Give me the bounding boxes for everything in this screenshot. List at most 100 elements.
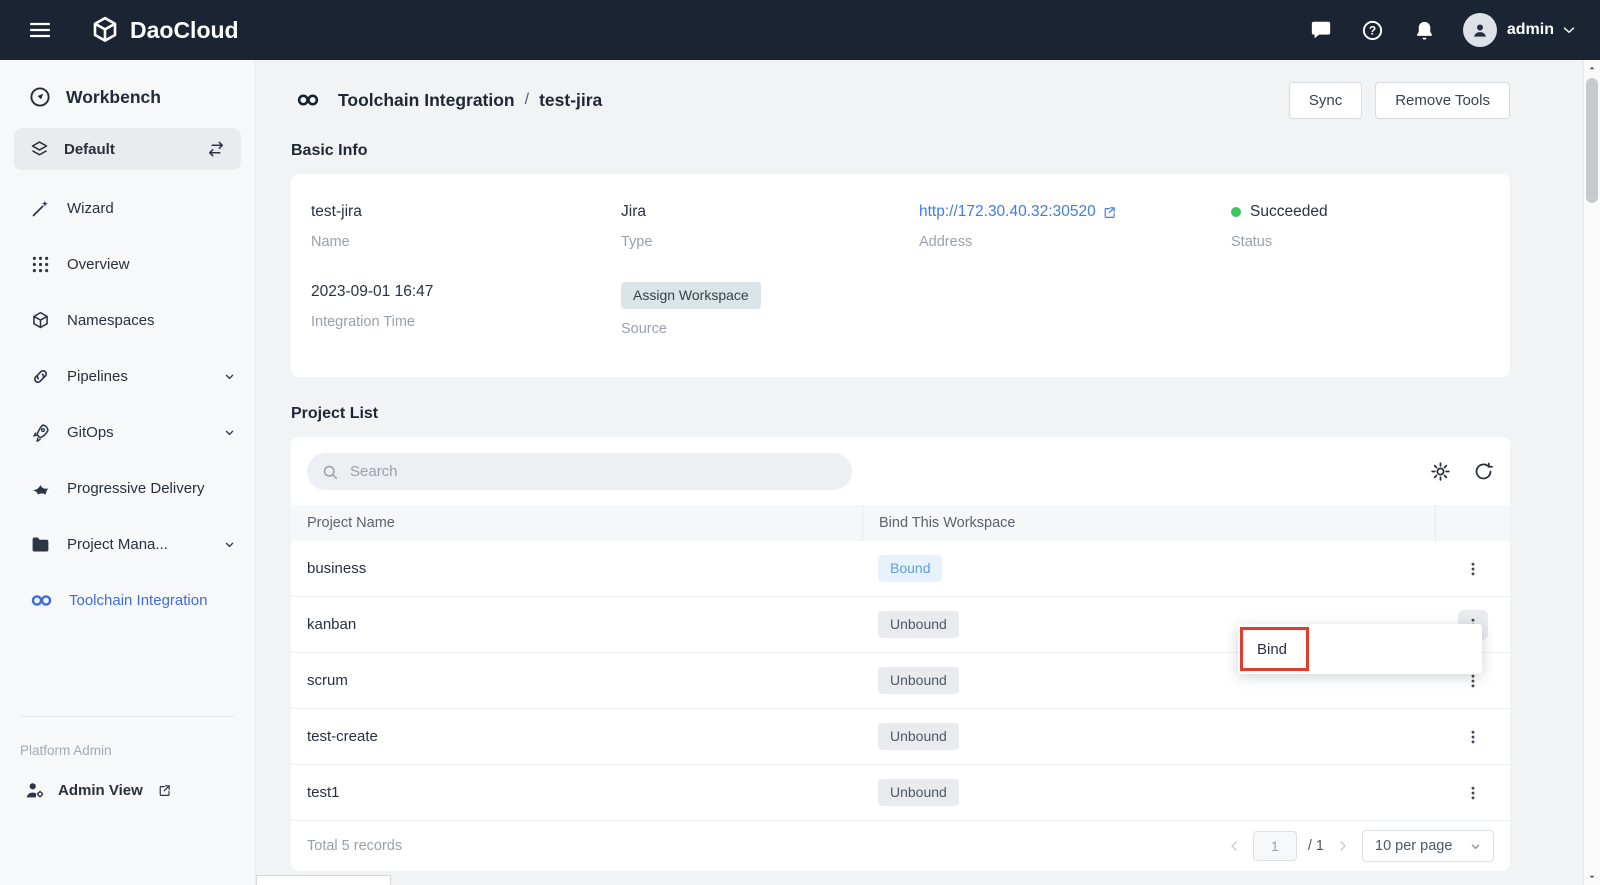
column-header-actions	[1435, 505, 1510, 541]
field-name-label: Name	[311, 234, 621, 250]
click-target-annotation	[1240, 627, 1309, 671]
table-toolbar	[291, 453, 1510, 505]
user-menu-caret-icon[interactable]	[1560, 21, 1578, 39]
scroll-down-arrow[interactable]	[1584, 869, 1600, 885]
sidebar-item-progressive-delivery[interactable]: Progressive Delivery	[0, 460, 255, 516]
breadcrumb-current: test-jira	[539, 90, 602, 111]
gear-icon[interactable]	[1430, 461, 1451, 482]
address-link[interactable]: http://172.30.40.32:30520	[919, 203, 1117, 221]
table-row: test1 Unbound	[291, 765, 1510, 821]
field-source-label: Source	[621, 321, 919, 337]
vertical-scrollbar	[1583, 60, 1600, 885]
notifications-icon[interactable]	[1399, 19, 1451, 42]
admin-view-label: Admin View	[58, 782, 143, 799]
basic-info-card: test-jira Name Jira Type http://172.30.4…	[291, 174, 1510, 377]
breadcrumb-root[interactable]: Toolchain Integration	[338, 90, 515, 111]
column-header-project-name: Project Name	[291, 505, 862, 541]
field-source: Assign Workspace Source	[621, 282, 919, 337]
folder-icon	[30, 534, 51, 555]
table-footer: Total 5 records 1 / 1 10 per page	[291, 821, 1510, 871]
bind-status-badge: Unbound	[878, 723, 959, 750]
sidebar-item-default[interactable]: Default	[14, 128, 241, 170]
field-integration-time: 2023-09-01 16:47 Integration Time	[311, 282, 621, 337]
prev-page-icon[interactable]	[1226, 838, 1242, 854]
admin-person-icon	[24, 779, 46, 801]
field-type-value: Jira	[621, 203, 646, 221]
bird-icon	[30, 478, 51, 499]
scroll-up-arrow[interactable]	[1584, 60, 1600, 76]
sidebar-item-label: Toolchain Integration	[69, 592, 207, 609]
chevron-down-icon	[1468, 839, 1483, 854]
chevron-down-icon	[222, 425, 237, 440]
column-header-bind-workspace: Bind This Workspace	[862, 505, 1435, 541]
sidebar-item-overview[interactable]: Overview	[0, 236, 255, 292]
sidebar-item-label: Progressive Delivery	[67, 480, 205, 497]
search-icon	[321, 463, 339, 481]
field-address-label: Address	[919, 234, 1231, 250]
search-input[interactable]	[348, 462, 838, 481]
sidebar-item-gitops[interactable]: GitOps	[0, 404, 255, 460]
field-integration-time-label: Integration Time	[311, 314, 621, 330]
sidebar-item-admin-view[interactable]: Admin View	[0, 762, 255, 818]
pipeline-link-icon	[30, 366, 51, 387]
menu-toggle-button[interactable]	[22, 12, 58, 48]
help-icon[interactable]	[1347, 19, 1399, 42]
field-status-label: Status	[1231, 234, 1490, 250]
project-list-title: Project List	[291, 405, 1510, 423]
sidebar-item-label: Namespaces	[67, 312, 155, 329]
browser-status-bubble	[256, 875, 391, 885]
search-box	[307, 453, 852, 490]
address-url: http://172.30.40.32:30520	[919, 203, 1096, 221]
sidebar-section-label: Platform Admin	[0, 717, 255, 762]
brand-logo[interactable]: DaoCloud	[90, 15, 239, 45]
daocloud-logo-icon	[90, 15, 120, 45]
row-actions-kebab-icon[interactable]	[1458, 554, 1488, 584]
layers-icon	[29, 139, 50, 160]
field-type: Jira Type	[621, 202, 919, 250]
switch-workspace-icon[interactable]	[206, 139, 226, 159]
bind-status-badge: Unbound	[878, 611, 959, 638]
sidebar-item-label: GitOps	[67, 424, 114, 441]
remove-tools-button[interactable]: Remove Tools	[1375, 82, 1510, 119]
field-status: Succeeded Status	[1231, 202, 1490, 250]
sidebar-item-toolchain-integration[interactable]: Toolchain Integration	[0, 572, 255, 628]
wand-icon	[30, 198, 51, 219]
topbar-right: admin	[1295, 13, 1578, 47]
status-green-dot	[1231, 207, 1241, 217]
messages-icon[interactable]	[1295, 19, 1347, 41]
sync-button[interactable]: Sync	[1289, 82, 1362, 119]
sidebar-item-project-management[interactable]: Project Mana...	[0, 516, 255, 572]
refresh-icon[interactable]	[1473, 461, 1494, 482]
sidebar-item-wizard[interactable]: Wizard	[0, 180, 255, 236]
default-label: Default	[64, 141, 115, 158]
field-type-label: Type	[621, 234, 919, 250]
sidebar-workbench-header[interactable]: Workbench	[0, 60, 255, 126]
field-name-value: test-jira	[311, 203, 362, 221]
external-link-icon	[1102, 205, 1117, 220]
sidebar-item-label: Project Mana...	[67, 536, 168, 553]
per-page-value: 10 per page	[1375, 838, 1452, 854]
status-text: Succeeded	[1250, 203, 1328, 221]
breadcrumb-separator: /	[525, 91, 529, 109]
row-actions-kebab-icon[interactable]	[1458, 722, 1488, 752]
avatar[interactable]	[1463, 13, 1497, 47]
field-address: http://172.30.40.32:30520 Address	[919, 202, 1231, 250]
scrollbar-thumb[interactable]	[1586, 78, 1598, 203]
next-page-icon[interactable]	[1335, 838, 1351, 854]
sidebar-item-namespaces[interactable]: Namespaces	[0, 292, 255, 348]
namespace-box-icon	[30, 310, 51, 331]
username[interactable]: admin	[1507, 21, 1554, 39]
bind-status-badge: Unbound	[878, 779, 959, 806]
rocket-icon	[30, 422, 51, 443]
bind-status-badge: Bound	[878, 555, 942, 582]
table-row: business Bound	[291, 541, 1510, 597]
project-name-cell: test-create	[291, 728, 862, 745]
page-number-input[interactable]: 1	[1253, 831, 1297, 861]
workbench-icon	[28, 85, 52, 109]
per-page-select[interactable]: 10 per page	[1362, 830, 1494, 862]
header-actions: Sync Remove Tools	[1289, 82, 1510, 119]
sidebar-item-pipelines[interactable]: Pipelines	[0, 348, 255, 404]
chevron-down-icon	[222, 369, 237, 384]
row-actions-kebab-icon[interactable]	[1458, 778, 1488, 808]
hamburger-icon	[28, 18, 52, 42]
